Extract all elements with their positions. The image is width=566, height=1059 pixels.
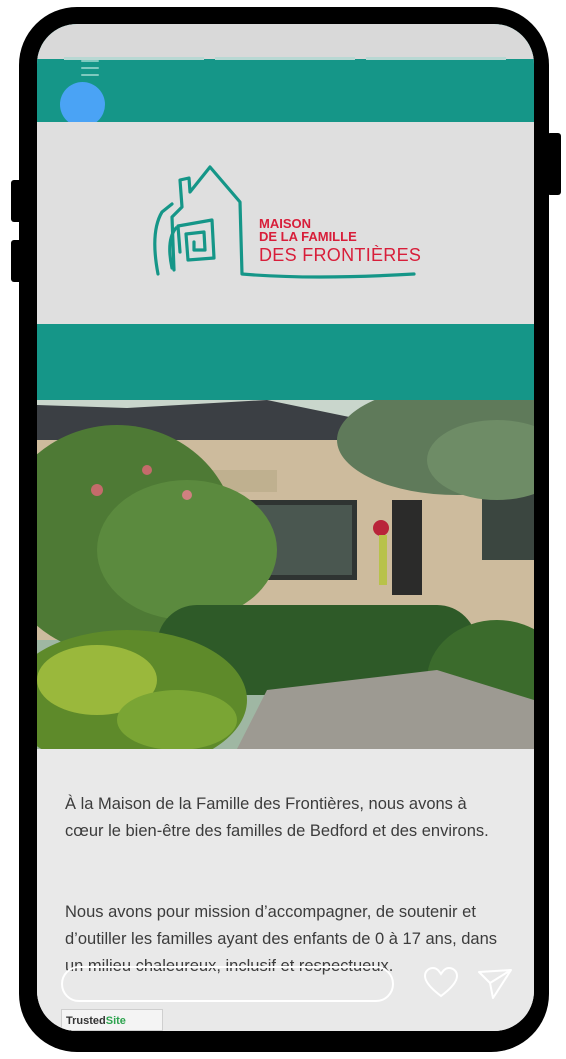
message-input[interactable] bbox=[61, 966, 394, 1002]
story-progress-segment bbox=[366, 57, 506, 60]
send-icon[interactable] bbox=[477, 966, 513, 1002]
logo-text-line2: DE LA FAMILLE bbox=[259, 229, 357, 244]
site-header bbox=[37, 24, 534, 122]
hamburger-icon[interactable] bbox=[81, 60, 99, 80]
power-button bbox=[547, 133, 561, 195]
logo-text-line3: DES FRONTIÈRES bbox=[259, 245, 422, 265]
heart-icon[interactable] bbox=[423, 966, 459, 1000]
house-photo-image bbox=[37, 400, 534, 749]
badge-label: Trusted bbox=[66, 1015, 106, 1027]
status-strip bbox=[37, 24, 534, 60]
phone-screen: MAISON DE LA FAMILLE DES FRONTIÈRES À la… bbox=[37, 24, 534, 1031]
avatar[interactable] bbox=[60, 82, 105, 127]
intro-paragraph: À la Maison de la Famille des Frontières… bbox=[65, 795, 489, 840]
badge-highlight: Site bbox=[105, 1015, 126, 1027]
trusted-site-badge: TrustedSite bbox=[61, 1009, 163, 1031]
story-progress-segment bbox=[215, 57, 355, 60]
logo-section: MAISON DE LA FAMILLE DES FRONTIÈRES bbox=[37, 122, 534, 324]
teal-banner bbox=[37, 324, 534, 400]
house-photo bbox=[37, 400, 534, 749]
